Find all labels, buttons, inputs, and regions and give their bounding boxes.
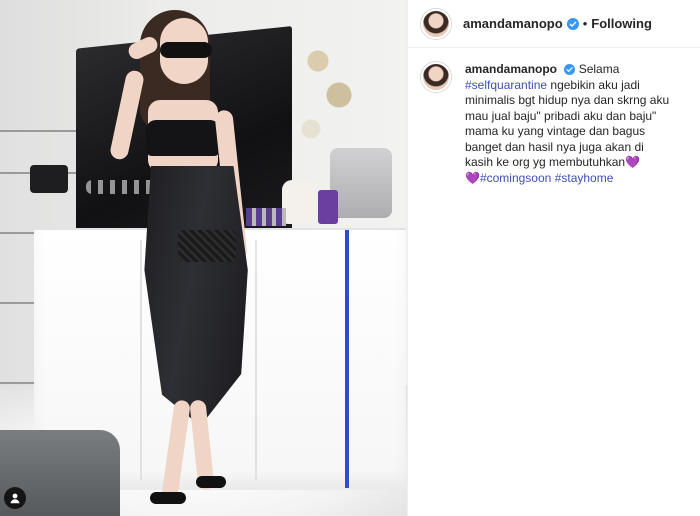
instagram-post: amandamanopo • Following amandamanopo Se… bbox=[0, 0, 700, 516]
photo-glass-jar bbox=[330, 148, 392, 218]
photo-purple-bottle bbox=[318, 190, 338, 224]
avatar[interactable] bbox=[421, 62, 451, 92]
caption-username[interactable]: amandamanopo bbox=[465, 62, 557, 76]
photo-handbag bbox=[30, 165, 68, 193]
photo-cabinet-seam bbox=[255, 240, 257, 480]
photo-bottles bbox=[246, 208, 286, 226]
post-side-panel: amandamanopo • Following amandamanopo Se… bbox=[407, 0, 700, 516]
purple-heart-emoji: 💜 bbox=[625, 155, 641, 169]
avatar[interactable] bbox=[421, 8, 451, 39]
verified-badge-icon bbox=[564, 64, 576, 76]
hashtag-selfquarantine[interactable]: #selfquarantine bbox=[465, 78, 547, 92]
following-button[interactable]: Following bbox=[591, 16, 652, 31]
purple-heart-emoji: 💜 bbox=[465, 170, 480, 185]
caption-part-1: Selama bbox=[578, 62, 620, 76]
photo-vase bbox=[282, 180, 316, 224]
figure-left-shoe bbox=[150, 492, 186, 504]
photo-cabinet-edge bbox=[345, 230, 349, 488]
post-photo[interactable] bbox=[0, 0, 407, 516]
user-tag-icon[interactable] bbox=[4, 487, 26, 509]
figure-clutch-bag bbox=[178, 230, 236, 262]
caption-comment: amandamanopo Selama #selfquarantine ngeb… bbox=[408, 48, 700, 186]
post-header: amandamanopo • Following bbox=[408, 0, 700, 48]
caption-text: amandamanopo Selama #selfquarantine ngeb… bbox=[465, 62, 675, 186]
verified-badge-icon bbox=[566, 17, 579, 30]
hashtag-comingsoon[interactable]: #comingsoon bbox=[480, 171, 551, 185]
header-separator: • bbox=[582, 16, 588, 31]
figure-sunglasses bbox=[160, 42, 212, 58]
figure-right-shoe bbox=[196, 476, 226, 488]
header-username[interactable]: amandamanopo bbox=[463, 16, 563, 31]
photo-cabinet-seam bbox=[140, 240, 142, 480]
hashtag-stayhome[interactable]: #stayhome bbox=[555, 171, 614, 185]
figure-black-top bbox=[146, 120, 220, 156]
